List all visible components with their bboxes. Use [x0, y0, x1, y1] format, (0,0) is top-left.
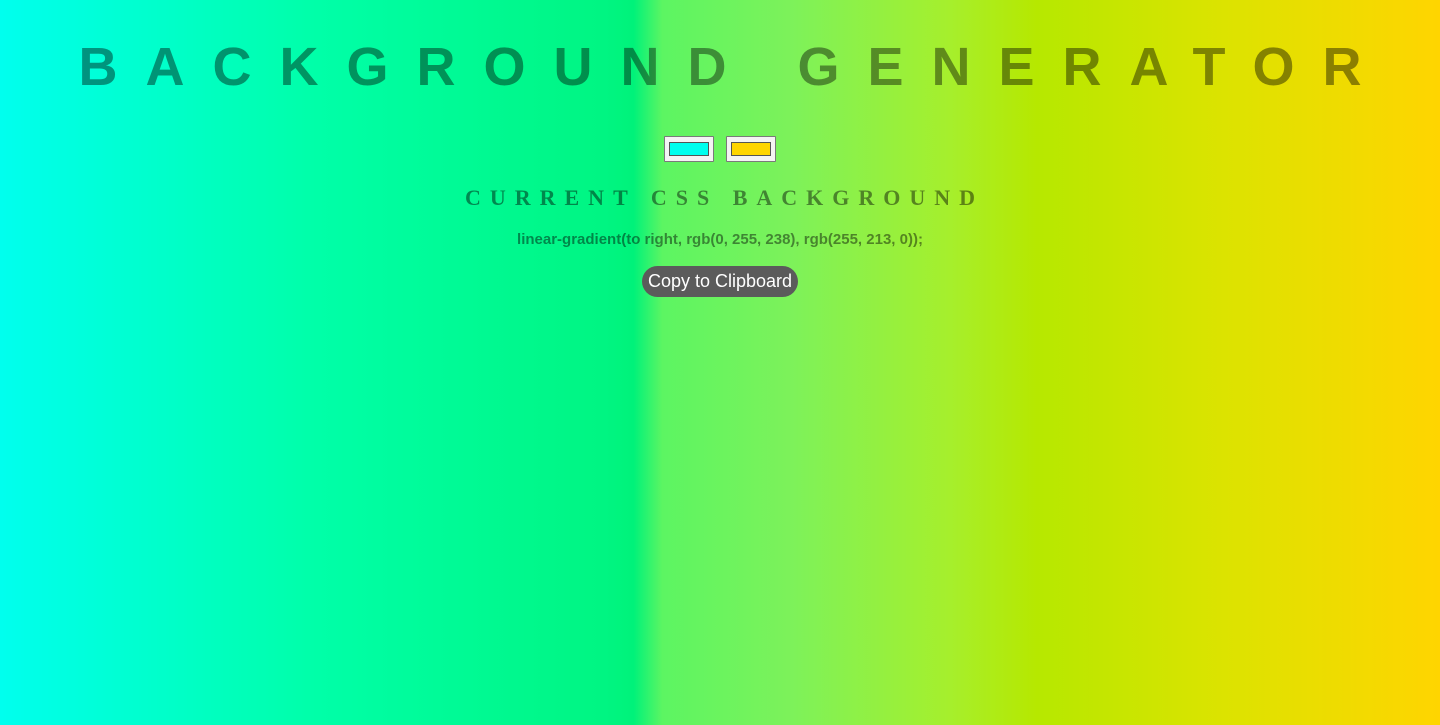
background-generator-app: BACKGROUND GENERATOR CURRENT CSS BACKGRO… — [0, 0, 1440, 725]
current-css-heading: CURRENT CSS BACKGROUND — [464, 185, 985, 210]
color-picker-1[interactable] — [664, 136, 714, 162]
color-pickers — [0, 136, 1440, 164]
color-swatch-2 — [731, 142, 771, 156]
page-title: BACKGROUND GENERATOR — [78, 37, 1390, 97]
css-value-text: linear-gradient(to right, rgb(0, 255, 23… — [517, 231, 923, 248]
copy-to-clipboard-button[interactable]: Copy to Clipboard — [642, 266, 798, 297]
color-swatch-1 — [669, 142, 709, 156]
color-picker-2[interactable] — [726, 136, 776, 162]
